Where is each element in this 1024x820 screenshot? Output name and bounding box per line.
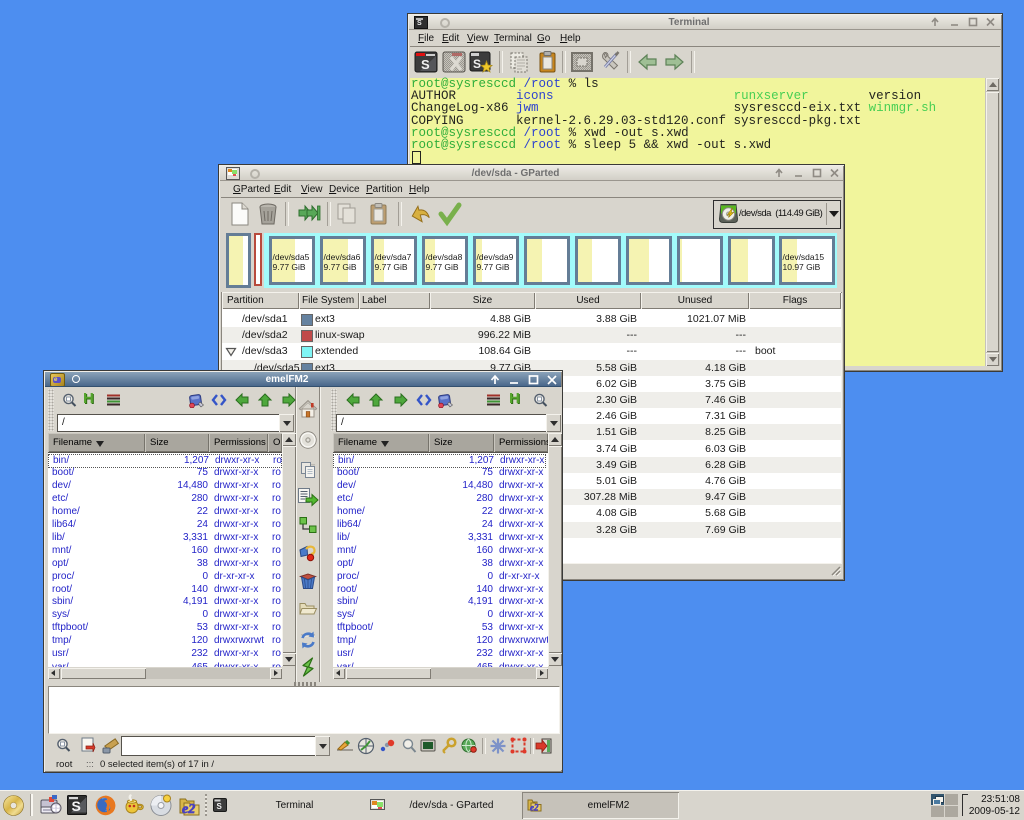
svg-text:e2: e2 (182, 802, 195, 816)
svg-text:S: S (473, 57, 481, 71)
svg-text:S: S (217, 802, 223, 811)
svg-text:S: S (72, 798, 81, 814)
svg-text:S: S (421, 57, 430, 72)
